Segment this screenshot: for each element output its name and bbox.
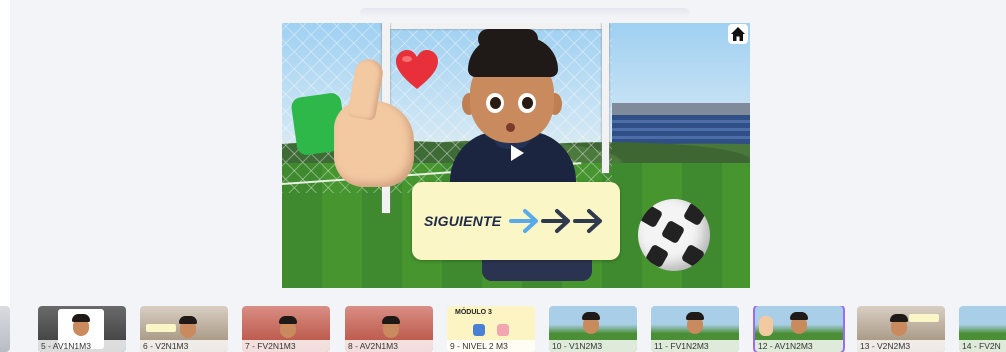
arrow-right-icon <box>509 205 605 237</box>
thumbnail-caption: 12 - AV1N2M3 <box>755 340 843 352</box>
thumbnail-12-active[interactable]: 12 - AV1N2M3 <box>753 306 845 352</box>
thumbnail-caption: 9 - NIVEL 2 M3 <box>447 340 535 352</box>
next-button-label: SIGUIENTE <box>424 213 502 229</box>
thumbnail-caption: 14 - FV2N <box>959 340 1006 352</box>
thumbnail-caption: 10 - V1N2M3 <box>549 340 637 352</box>
thumbnail-11[interactable]: 11 - FV1N2M3 <box>651 306 739 352</box>
thumbnail-6[interactable]: 6 - V2N1M3 <box>140 306 228 352</box>
boy-hair <box>468 29 558 77</box>
boy-eye-right <box>518 93 536 113</box>
thumbnail-caption: 8 - AV2N1M3 <box>345 340 433 352</box>
thumbnail-5[interactable]: 5 - AV1N1M3 <box>38 306 126 352</box>
thumbnail-7[interactable]: 7 - FV2N1M3 <box>242 306 330 352</box>
thumbnail-8[interactable]: 8 - AV2N1M3 <box>345 306 433 352</box>
video-slide[interactable]: SIGUIENTE <box>282 23 750 288</box>
thumbnail-caption: 11 - FV1N2M3 <box>651 340 739 352</box>
heart-icon <box>396 50 438 89</box>
thumbnail-caption: 7 - FV2N1M3 <box>242 340 330 352</box>
thumbnail-caption: 13 - V2N2M3 <box>857 340 945 352</box>
thumbnail-caption: 5 - AV1N1M3 <box>38 340 126 352</box>
thumbnail-caption: 6 - V2N1M3 <box>140 340 228 352</box>
left-edge <box>0 0 10 352</box>
thumbnail-partial-left[interactable] <box>0 306 10 352</box>
home-icon[interactable] <box>728 24 748 44</box>
thumbnail-10[interactable]: 10 - V1N2M3 <box>549 306 637 352</box>
top-shadow <box>360 8 690 18</box>
boy-mouth <box>506 123 515 132</box>
boy-eye-left <box>486 93 504 113</box>
thumbnail-14-partial[interactable]: 14 - FV2N <box>959 306 1006 352</box>
next-button[interactable]: SIGUIENTE <box>412 182 620 260</box>
soccer-ball <box>638 199 710 271</box>
thumbnail-13[interactable]: 13 - V2N2M3 <box>857 306 945 352</box>
goal-post-right <box>602 23 609 173</box>
play-icon[interactable] <box>504 141 528 165</box>
thumbnail-strip: 5 - AV1N1M3 6 - V2N1M3 7 - FV2N1M3 8 - A… <box>0 306 1006 352</box>
thumbnail-9[interactable]: MÓDULO 3 9 - NIVEL 2 M3 <box>447 306 535 352</box>
module-heading: MÓDULO 3 <box>455 309 492 316</box>
